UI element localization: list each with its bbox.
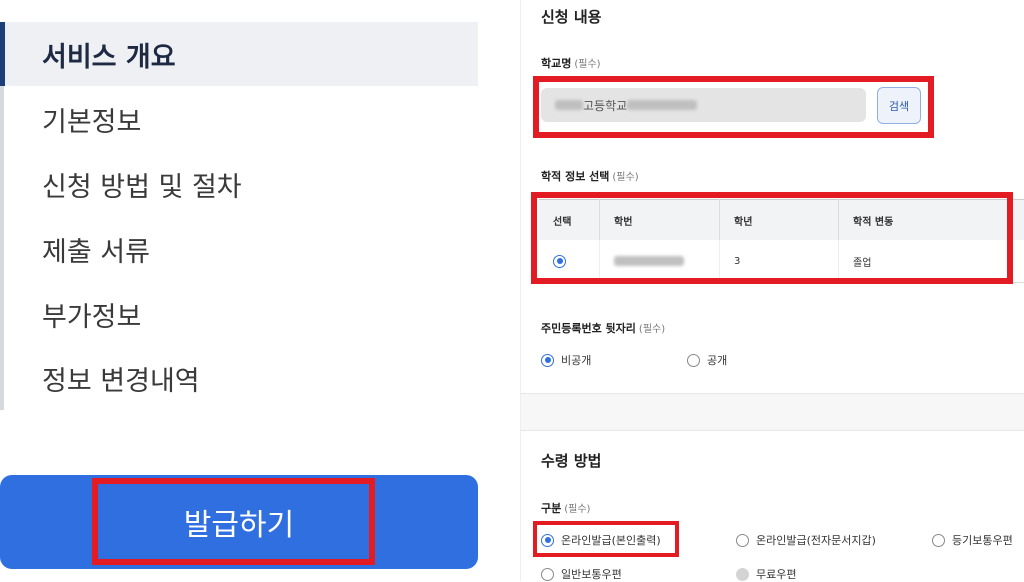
select-cell[interactable] — [539, 240, 600, 283]
redacted-text — [627, 100, 697, 110]
col-header-student-id: 학번 — [600, 200, 720, 241]
service-nav-panel: 서비스 개요 기본정보 신청 방법 및 절차 제출 서류 부가정보 정보 변경내… — [0, 0, 520, 581]
radio-button[interactable] — [932, 534, 945, 547]
resident-option-public[interactable]: 공개 — [687, 352, 727, 368]
nav-item-label: 부가정보 — [42, 295, 141, 334]
required-mark: (필수) — [612, 172, 638, 183]
resident-label-text: 주민등록번호 뒷자리 — [541, 322, 636, 335]
required-mark: (필수) — [639, 324, 665, 335]
row-select-radio[interactable] — [553, 255, 566, 268]
redacted-text — [614, 256, 684, 266]
delivery-option-online-print[interactable]: 온라인발급(본인출력) — [541, 532, 661, 548]
issue-button[interactable]: 발급하기 — [0, 475, 478, 569]
required-mark: (필수) — [564, 504, 590, 515]
nav-item-label: 신청 방법 및 절차 — [42, 165, 242, 204]
resident-number-label: 주민등록번호 뒷자리(필수) — [541, 320, 665, 336]
radio-button — [736, 568, 749, 581]
nav-item-required-documents[interactable]: 제출 서류 — [0, 217, 478, 281]
section-divider — [521, 393, 1024, 431]
option-label: 온라인발급(본인출력) — [561, 532, 661, 548]
option-label: 공개 — [707, 352, 727, 368]
issue-button-label: 발급하기 — [184, 500, 294, 544]
category-label-text: 구분 — [541, 502, 561, 515]
option-label: 비공개 — [561, 352, 591, 368]
delivery-option-free-mail: 무료우편 — [736, 566, 796, 582]
radio-button[interactable] — [687, 354, 700, 367]
school-search-button[interactable]: 검색 — [877, 87, 921, 124]
nav-item-label: 제출 서류 — [42, 230, 150, 269]
status-cell: 졸업 — [839, 240, 1024, 283]
delivery-option-online-wallet[interactable]: 온라인발급(전자문서지갑) — [736, 532, 876, 548]
nav-item-service-overview[interactable]: 서비스 개요 — [0, 22, 478, 86]
academic-label-text: 학적 정보 선택 — [541, 170, 609, 183]
redacted-text — [555, 100, 583, 110]
nav-item-apply-procedure[interactable]: 신청 방법 및 절차 — [0, 152, 478, 216]
required-mark: (필수) — [574, 59, 600, 70]
radio-button[interactable] — [736, 534, 749, 547]
school-name-label: 학교명(필수) — [541, 55, 601, 71]
delivery-option-registered-mail[interactable]: 등기보통우편 — [932, 532, 1013, 548]
radio-button[interactable] — [541, 568, 554, 581]
option-label: 등기보통우편 — [952, 532, 1013, 548]
academic-info-label: 학적 정보 선택(필수) — [541, 168, 639, 184]
nav-item-label: 정보 변경내역 — [42, 359, 200, 398]
nav-item-label: 기본정보 — [42, 100, 141, 139]
col-header-select: 선택 — [539, 200, 600, 241]
school-name-value: 고등학교 — [583, 97, 627, 114]
radio-button[interactable] — [541, 534, 554, 547]
radio-button[interactable] — [541, 354, 554, 367]
delivery-category-label: 구분(필수) — [541, 500, 590, 516]
section-title-application: 신청 내용 — [541, 6, 601, 27]
resident-option-private[interactable]: 비공개 — [541, 352, 591, 368]
delivery-option-regular-mail[interactable]: 일반보통우편 — [541, 566, 622, 582]
table-row[interactable]: 3 졸업 — [539, 240, 1024, 283]
nav-item-change-history[interactable]: 정보 변경내역 — [0, 346, 478, 410]
option-label: 일반보통우편 — [561, 566, 622, 582]
grade-cell: 3 — [720, 240, 839, 283]
school-label-text: 학교명 — [541, 57, 571, 70]
student-id-cell — [600, 240, 720, 283]
option-label: 온라인발급(전자문서지갑) — [756, 532, 876, 548]
nav-item-basic-info[interactable]: 기본정보 — [0, 87, 478, 151]
school-name-input[interactable]: 고등학교 — [541, 88, 866, 122]
nav-item-label: 서비스 개요 — [42, 35, 176, 74]
col-header-status-change: 학적 변동 — [839, 200, 1024, 241]
academic-info-table: 선택 학번 학년 학적 변동 3 졸업 — [539, 199, 1024, 283]
option-label: 무료우편 — [756, 566, 796, 582]
section-title-delivery: 수령 방법 — [541, 450, 601, 471]
col-header-grade: 학년 — [720, 200, 839, 241]
nav-item-additional-info[interactable]: 부가정보 — [0, 282, 478, 346]
search-button-label: 검색 — [889, 98, 909, 114]
application-form: 신청 내용 학교명(필수) 고등학교 검색 학적 정보 선택(필수) 선택 학번… — [520, 0, 1024, 581]
